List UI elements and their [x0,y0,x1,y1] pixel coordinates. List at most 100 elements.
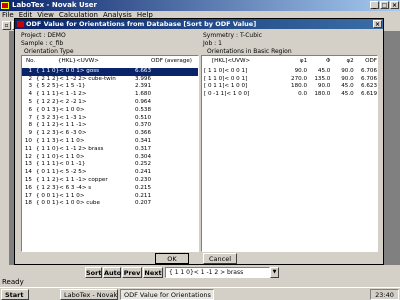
col-phi2: φ2 [346,58,354,64]
orientation-row[interactable]: 14 { 0 1 1}< 5 -2 5> 0.241 [22,169,198,177]
dialog-close-button[interactable]: × [373,20,382,28]
row-odf: 6.706 [361,67,378,74]
row-odf: 3.996 [134,75,151,82]
col-phi1: φ1 [299,58,308,64]
row-hkl: { 1 1 2}< 1 1 -1> copper [36,176,108,183]
start-label: Start [5,291,24,299]
orientation-row[interactable]: 12 { 1 1 0}< 1 1 0> 0.304 [22,154,198,162]
right-list-header: [HKL]<UVW> φ1 Φ φ2 ODF [202,58,377,66]
app-icon[interactable] [1,2,9,9]
row-phi1: 270.0 [291,75,308,82]
orientation-combo[interactable]: { 1 1 0}< 1 -1 2 > brass [165,267,270,278]
auto-button[interactable]: Auto [103,267,121,278]
dialog-title-bar: ODF Value for Orientations from Database… [15,19,383,29]
row-odf: 0.538 [134,106,151,113]
row-hkl: { 1 1 3}< 1 1 0> [36,137,85,144]
close-button[interactable]: × [390,1,399,9]
orientation-row[interactable]: 16 { 1 2 3}< 6 3 -4> s 0.215 [22,185,198,193]
row-odf: 1.680 [134,91,151,98]
orientation-row[interactable]: 15 { 1 1 2}< 1 1 -1> copper 0.230 [22,177,198,185]
row-no: 3 [28,83,32,90]
next-button[interactable]: Next [143,267,163,278]
menu-file[interactable]: File [2,11,14,20]
sort-button[interactable]: Sort [85,267,102,278]
row-phi1: 0.0 [298,91,308,98]
ok-button[interactable]: OK [155,253,189,264]
row-no: 17 [24,192,32,199]
row-odf: 0.304 [134,153,151,160]
basic-region-row[interactable]: [ 1 1 0]< 0 0 1] 270.0 135.0 90.0 6.706 [202,76,377,84]
status-text: Ready [2,278,24,286]
taskbar-odf-dialog[interactable]: ODF Value for Orientations fro... [120,289,214,300]
row-hkl: { 1 1 0}< 1 1 0> [36,153,85,160]
taskbar-labotex[interactable]: LaboTex - Novak User [60,289,118,300]
basic-region-row[interactable]: [ 0 -1 1]< 1 0 0] 0.0 180.0 45.0 6.619 [202,91,377,99]
basic-region-row[interactable]: [ 1 1 0]< 0 0 1] 90.0 45.0 90.0 6.706 [202,68,377,76]
orientation-row[interactable]: 6 { 0 1 3}< 1 0 0> 0.538 [22,107,198,115]
row-odf: 0.341 [134,137,151,144]
row-phi2: 90.0 [341,75,354,82]
row-hkl: { 1 1 1}< 1 -1 2> [36,91,87,98]
start-button[interactable]: Start [1,289,29,300]
app-title-bar: LaboTex - Novak User _ □ × [0,0,400,11]
row-hkl: [ 0 1 1]< 1 0 0] [204,83,248,90]
row-no: 7 [28,114,32,121]
row-hkl: { 5 2 5}< 1 5 -1} [36,83,86,90]
row-odf: 6.706 [361,75,378,82]
row-hkl: { 1 2 3}< 6 -3 0> [36,130,87,137]
row-odf: 2.391 [134,83,151,90]
row-hkl: { 1 2 2}< 2 -2 1> [36,98,87,105]
row-no: 14 [24,169,32,176]
job-label: Job : 1 [203,40,222,47]
row-odf: 0.366 [134,130,151,137]
row-odf: 6.623 [361,83,378,90]
combo-dropdown-arrow-icon[interactable]: ▼ [270,267,279,278]
orientation-row[interactable]: 1 { 1 1 0}< 0 0 1> goss 6.663 [22,67,198,76]
dialog-title: ODF Value for Orientations from Database… [26,20,257,28]
orientation-row[interactable]: 17 { 0 0 1}< 1 1 0> 0.211 [22,193,198,201]
orientation-row[interactable]: 3 { 5 2 5}< 1 5 -1} 2.391 [22,83,198,91]
row-Phi: 90.0 [317,83,331,90]
dialog-icon [17,21,24,27]
row-odf: 0.241 [134,169,151,176]
orientation-type-group-label: Orientation Type [24,48,74,55]
orientation-row[interactable]: 2 { 2 1 2}< 1 -2 2> cube-twin 3.996 [22,76,198,84]
orientation-row[interactable]: 13 { 1 1 1}< 0 1 -1} 0.252 [22,161,198,169]
basic-region-row[interactable]: [ 0 1 1]< 1 0 0] 180.0 90.0 45.0 6.623 [202,83,377,91]
row-Phi: 45.0 [317,67,331,74]
row-odf: 0.230 [134,176,151,183]
row-odf: 0.207 [134,200,151,207]
orientation-combo-value: { 1 1 0}< 1 -1 2 > brass [169,269,244,276]
taskbar-odf-dialog-label: ODF Value for Orientations fro... [124,291,213,299]
new-icon[interactable]: ▫ [2,21,11,30]
orientation-row[interactable]: 10 { 1 1 3}< 1 1 0> 0.341 [22,138,198,146]
cancel-button[interactable]: Cancel [203,253,237,264]
orientation-row[interactable]: 11 { 1 1 0}< 1 -1 2> brass 0.317 [22,146,198,154]
row-odf: 0.211 [134,192,151,199]
row-odf: 6.663 [134,67,151,74]
maximize-button[interactable]: □ [380,1,389,9]
minimize-button[interactable]: _ [370,1,379,9]
row-odf: 6.619 [361,91,378,98]
row-hkl: [ 0 -1 1]< 1 0 0] [204,91,250,98]
row-hkl: { 0 0 1}< 1 1 0> [36,192,85,199]
orientation-row[interactable]: 9 { 1 2 3}< 6 -3 0> 0.366 [22,130,198,138]
row-hkl: { 1 2 3}< 6 3 -4> s [36,184,92,191]
prev-button[interactable]: Prev [122,267,142,278]
col-no: No. [26,58,36,64]
clock-time: 23:40 [375,291,394,299]
row-no: 5 [28,98,32,105]
orientation-row[interactable]: 5 { 1 2 2}< 2 -2 1> 0.964 [22,99,198,107]
row-no: 1 [28,67,32,74]
orientation-row[interactable]: 18 { 0 0 1}< 1 0 0> cube 0.207 [22,200,198,208]
row-no: 2 [28,75,32,82]
orientation-row[interactable]: 8 { 1 1 2}< 1 1 -1> 0.370 [22,122,198,130]
basic-region-list[interactable]: [HKL]<UVW> φ1 Φ φ2 ODF [ 1 1 0]< 0 0 1] 9… [201,55,378,252]
row-hkl: [ 1 1 0]< 0 0 1] [204,67,248,74]
col-hkl-uvw: [HKL]<UVW> [212,58,251,64]
orientation-row[interactable]: 7 { 3 2 3}< 1 -3 1> 0.510 [22,115,198,123]
orientation-type-list[interactable]: No. {HKL}<UVW> ODF (average) 1 { 1 1 0}< … [21,55,199,252]
col-odf-average: ODF (average) [151,58,192,64]
orientation-row[interactable]: 4 { 1 1 1}< 1 -1 2> 1.680 [22,91,198,99]
row-hkl: { 0 1 3}< 1 0 0> [36,106,85,113]
